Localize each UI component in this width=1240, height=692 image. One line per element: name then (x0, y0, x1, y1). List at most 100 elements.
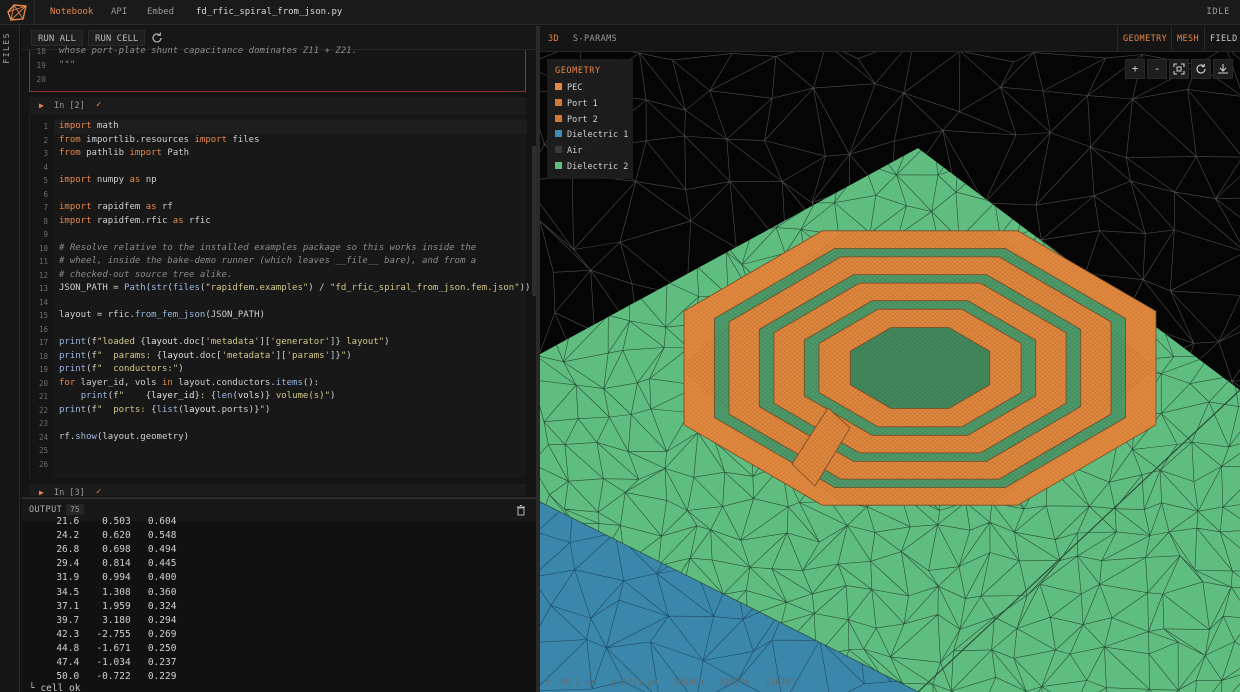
line-number: 19 (36, 61, 46, 70)
legend-label: PEC (567, 83, 583, 93)
output-line-count: 75 (66, 504, 84, 515)
tab-s-params[interactable]: S-PARAMS (573, 34, 617, 44)
code-line: # Resolve relative to the installed exam… (59, 242, 477, 253)
previous-cell[interactable]: 18 whose port-plate shunt capacitance do… (29, 46, 526, 92)
geometry-legend: GEOMETRY PEC Port 1 Port 2 Dielectric 1 Air D… (547, 59, 633, 179)
code-line: from pathlib import Path (59, 148, 190, 158)
notebook-panel: RUN ALL RUN CELL 18 whose port-plate shu… (22, 26, 536, 496)
viewer-panel: 3D S-PARAMS GEOMETRY MESH FIELD GEOMETRY (540, 26, 1240, 692)
kernel-status: IDLE (1206, 7, 1230, 17)
legend-label: Port 1 (567, 98, 598, 109)
line-number: 4 (43, 162, 48, 172)
code-line: JSON_PATH = Path(str(files("rapidfem.exa… (59, 283, 531, 293)
line-number: 25 (38, 446, 48, 455)
nav-embed[interactable]: Embed (147, 7, 174, 17)
output-row: 26.8 0.698 0.494 (22, 544, 177, 556)
code-line: layout = rfic.from_fem_json(JSON_PATH) (59, 310, 265, 320)
viewer-header: 3D S-PARAMS GEOMETRY MESH FIELD (540, 26, 1240, 52)
line-number: 16 (38, 324, 48, 334)
nav-api[interactable]: API (111, 7, 127, 17)
legend-label: Port 2 (567, 114, 598, 125)
run-cell-button[interactable]: RUN CELL (88, 30, 146, 46)
divider (34, 0, 35, 25)
line-number: 10 (38, 243, 48, 253)
code-line: # wheel, inside the bake-demo runner (wh… (59, 256, 477, 266)
output-row: 44.8 -1.671 0.250 (22, 642, 177, 654)
output-row: 42.3 -2.755 0.269 (22, 628, 177, 640)
cell-success-icon: ✓ (96, 100, 102, 110)
tab-field[interactable]: FIELD (1204, 26, 1240, 52)
cell-prompt: In [3] (54, 488, 85, 496)
cell-2-header[interactable]: ▶ In [2] ✓ (29, 97, 526, 115)
legend-label: Dielectric 2 (567, 162, 629, 172)
restart-kernel-icon[interactable] (150, 31, 164, 45)
fit-view-button[interactable] (1169, 59, 1189, 79)
clear-output-icon[interactable] (515, 504, 527, 516)
zoom-out-button[interactable]: - (1147, 59, 1167, 79)
code-line: print(f" ports: {list(layout.ports)}") (59, 404, 271, 415)
line-number: 13 (38, 284, 48, 293)
cell-prompt: In [2] (54, 101, 85, 111)
tab-mesh[interactable]: MESH (1171, 26, 1204, 52)
reset-icon (1196, 63, 1206, 74)
line-number: 9 (43, 230, 48, 239)
code-line: rf.show(layout.geometry) (59, 431, 190, 442)
output-row: 34.5 1.308 0.360 (22, 586, 177, 598)
code-line: print(f"loaded {layout.doc['metadata']['… (59, 337, 390, 347)
output-row: 31.9 0.994 0.400 (22, 572, 177, 584)
output-row: 47.4 -1.034 0.237 (22, 657, 177, 668)
reset-view-button[interactable] (1191, 59, 1211, 79)
legend-item[interactable]: Dielectric 2 (555, 161, 628, 173)
line-number: 1 (43, 122, 48, 131)
code-line: import rapidfem as rf (59, 202, 173, 212)
code-line: print(f" params: {layout.doc['metadata']… (59, 350, 352, 361)
code-cell-2[interactable]: 1 import math 2 from importlib.resources im… (29, 116, 530, 478)
file-name: fd_rfic_spiral_from_json.py (196, 7, 343, 17)
line-number: 18 (38, 351, 48, 361)
line-number: 22 (38, 405, 48, 415)
legend-swatch (555, 114, 562, 122)
download-button[interactable] (1213, 59, 1233, 79)
line-number: 18 (36, 47, 46, 56)
viewer-toolbar: + - (1125, 59, 1235, 79)
zoom-in-button[interactable]: + (1125, 59, 1145, 79)
legend-item[interactable]: Dielectric 1 (555, 129, 628, 141)
line-number: 5 (43, 176, 48, 185)
line-number: 26 (38, 459, 48, 469)
line-number: 8 (43, 216, 48, 226)
tab-geometry[interactable]: GEOMETRY (1117, 26, 1172, 52)
3d-mesh-scene[interactable] (540, 52, 1240, 692)
code-line: for layer_id, vols in layout.conductors.… (59, 377, 320, 388)
left-rail: FILES (0, 25, 20, 692)
legend-item[interactable]: Port 1 (555, 98, 598, 110)
run-cell-icon[interactable]: ▶ (39, 488, 44, 496)
output-title: OUTPUT (29, 505, 63, 515)
output-panel: OUTPUT 75 21.6 0.503 0.604 24.2 0.620 0.… (22, 497, 536, 692)
line-number: 3 (43, 149, 48, 158)
files-tab[interactable]: FILES (2, 32, 11, 64)
legend-item[interactable]: Port 2 (555, 114, 598, 126)
viewer-readout: x -95.2 µm y 87.5 µm 28600n · 31827t · 1… (545, 678, 796, 688)
output-row: 24.2 0.620 0.548 (22, 530, 177, 542)
app-logo-icon[interactable] (6, 3, 28, 22)
legend-swatch (555, 146, 562, 154)
top-bar: Notebook API Embed fd_rfic_spiral_from_j… (0, 0, 1240, 25)
legend-swatch (555, 98, 562, 106)
legend-label: Air (567, 146, 583, 157)
code-line: whose port-plate shunt capacitance domin… (59, 46, 358, 56)
cell-success-icon: ✓ (96, 487, 102, 496)
code-line: import rapidfem.rfic as rfic (59, 215, 211, 226)
line-number: 20 (36, 75, 46, 84)
legend-item[interactable]: Air (555, 145, 582, 157)
legend-title: GEOMETRY (555, 66, 601, 76)
nav-notebook[interactable]: Notebook (50, 7, 93, 17)
run-all-button[interactable]: RUN ALL (31, 30, 83, 46)
tab-3d[interactable]: 3D (548, 34, 559, 44)
fit-icon (1173, 63, 1185, 75)
cell-3-header[interactable]: ▶ In [3] ✓ (29, 484, 526, 496)
code-line: import math (59, 121, 119, 131)
run-cell-icon[interactable]: ▶ (39, 101, 44, 110)
output-row: 21.6 0.503 0.604 (22, 516, 177, 527)
legend-item[interactable]: PEC (555, 82, 582, 94)
line-number: 15 (38, 311, 48, 320)
